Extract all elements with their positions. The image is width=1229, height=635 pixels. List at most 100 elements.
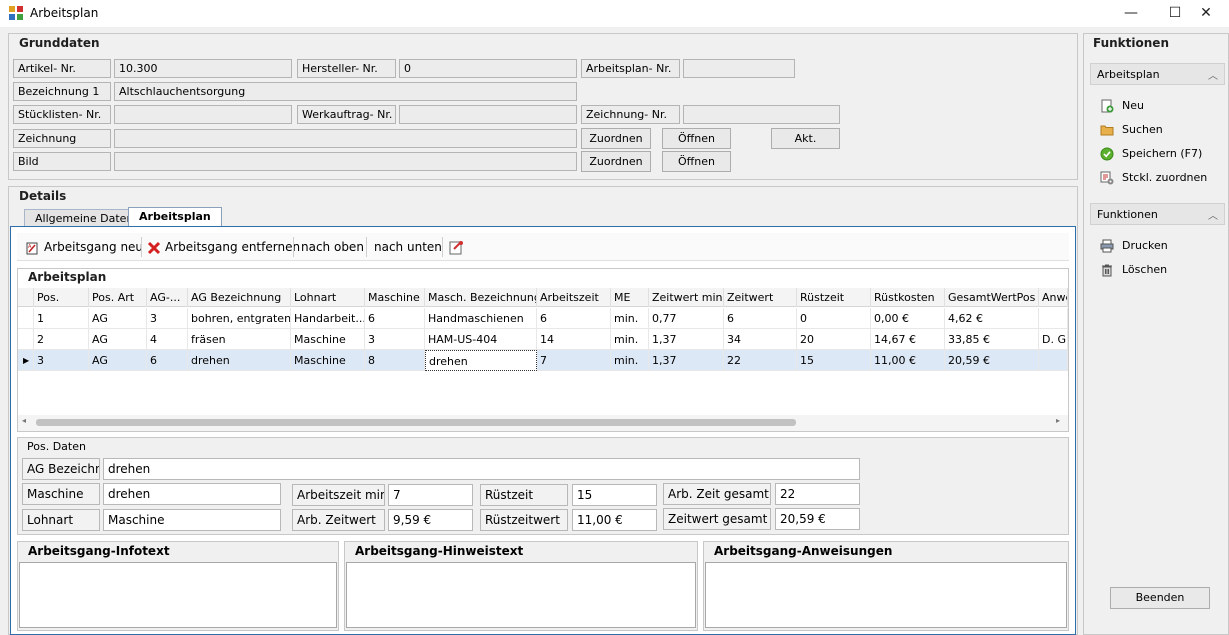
table-cell[interactable]: 22 [724, 350, 797, 371]
arbeitsplan-nr-field[interactable] [683, 59, 795, 78]
table-cell[interactable]: 8 [365, 350, 425, 371]
artikel-field[interactable]: 10.300 [114, 59, 292, 78]
table-cell[interactable]: 1 [34, 308, 89, 329]
zeichnung-oeffnen-button[interactable]: Öffnen [662, 128, 731, 149]
column-header[interactable]: Rüstkosten [871, 288, 945, 307]
arbeitsgang-entfernen-button[interactable]: Arbeitsgang entfernen [147, 238, 300, 256]
ruestzeit-field[interactable]: 15 [572, 484, 657, 506]
funktionen-section-header[interactable]: Funktionen ︿ [1090, 203, 1225, 225]
zeichnung-zuordnen-button[interactable]: Zuordnen [581, 128, 651, 149]
table-cell-focused[interactable]: drehen [425, 350, 537, 371]
table-cell[interactable]: 20,59 € [945, 350, 1039, 371]
bezeichnung-field[interactable]: Altschlauchentsorgung [114, 82, 577, 101]
beenden-button[interactable]: Beenden [1110, 587, 1210, 609]
export-icon[interactable] [449, 240, 464, 255]
column-header[interactable]: Arbeitszeit [537, 288, 611, 307]
table-cell[interactable] [1039, 350, 1068, 371]
column-header[interactable]: Rüstzeit [797, 288, 871, 307]
table-cell[interactable]: min. [611, 350, 649, 371]
table-cell[interactable]: HAM-US-404 [425, 329, 537, 350]
ruestzeitwert-field[interactable]: 11,00 € [572, 509, 657, 531]
zeitwert-gesamt-field[interactable]: 20,59 € [775, 508, 860, 530]
loeschen-menu-item[interactable]: Löschen [1100, 261, 1167, 279]
table-cell[interactable]: 0,77 [649, 308, 724, 329]
collapse-chevron-icon[interactable]: ︿ [1208, 67, 1218, 82]
anweisungen-memo[interactable] [705, 562, 1067, 628]
column-header[interactable]: Zeitwert [724, 288, 797, 307]
column-header[interactable]: Pos. [34, 288, 89, 307]
table-cell[interactable]: AG [89, 350, 147, 371]
infotext-memo[interactable] [19, 562, 337, 628]
table-cell[interactable]: 0 [797, 308, 871, 329]
nach-oben-button[interactable]: nach oben [301, 238, 364, 256]
column-header[interactable]: AG-... [147, 288, 188, 307]
arb-zeit-gesamt-field[interactable]: 22 [775, 483, 860, 505]
table-cell[interactable]: Handmaschienen [425, 308, 537, 329]
table-cell[interactable]: min. [611, 308, 649, 329]
neu-menu-item[interactable]: Neu [1100, 97, 1144, 115]
table-cell[interactable] [1039, 308, 1068, 329]
table-cell[interactable]: 6 [365, 308, 425, 329]
table-cell[interactable]: 4 [147, 329, 188, 350]
column-header[interactable]: Anwe [1039, 288, 1068, 307]
table-cell[interactable]: 1,37 [649, 350, 724, 371]
table-cell[interactable]: 6 [537, 308, 611, 329]
column-header[interactable]: GesamtWertPos [945, 288, 1039, 307]
table-cell[interactable]: Handarbeit... [291, 308, 365, 329]
column-header[interactable]: Maschine [365, 288, 425, 307]
table-cell[interactable]: bohren, entgraten [188, 308, 291, 329]
werkauftrag-field[interactable] [399, 105, 577, 124]
table-cell[interactable]: 3 [147, 308, 188, 329]
table-cell[interactable]: 34 [724, 329, 797, 350]
column-header[interactable]: ME [611, 288, 649, 307]
ag-bezeichnung-field[interactable]: drehen [103, 458, 860, 480]
table-cell[interactable]: 20 [797, 329, 871, 350]
table-cell[interactable]: AG [89, 308, 147, 329]
table-row[interactable]: 1 AG 3 bohren, entgraten Handarbeit... 6… [18, 308, 1068, 329]
table-cell[interactable]: 6 [724, 308, 797, 329]
hinweistext-memo[interactable] [346, 562, 696, 628]
scroll-right-icon[interactable]: ▸ [1056, 416, 1060, 425]
table-cell[interactable]: 1,37 [649, 329, 724, 350]
table-cell[interactable]: 11,00 € [871, 350, 945, 371]
column-header[interactable]: Pos. Art [89, 288, 147, 307]
table-cell[interactable]: 7 [537, 350, 611, 371]
table-cell[interactable]: 14 [537, 329, 611, 350]
lohnart-field[interactable]: Maschine [103, 509, 281, 531]
column-header[interactable]: Zeitwert min. [649, 288, 724, 307]
table-cell[interactable]: 3 [365, 329, 425, 350]
column-header[interactable]: Masch. Bezeichnung [425, 288, 537, 307]
table-cell[interactable]: min. [611, 329, 649, 350]
table-cell[interactable]: 2 [34, 329, 89, 350]
nach-unten-button[interactable]: nach unten [374, 238, 442, 256]
bild-field[interactable] [114, 152, 577, 171]
close-button[interactable]: ✕ [1183, 0, 1229, 27]
table-cell[interactable]: AG [89, 329, 147, 350]
column-header[interactable]: Lohnart [291, 288, 365, 307]
bild-zuordnen-button[interactable]: Zuordnen [581, 151, 651, 172]
arb-zeitwert-field[interactable]: 9,59 € [388, 509, 473, 531]
zeichnung-field[interactable] [114, 129, 577, 148]
table-row[interactable]: 2 AG 4 fräsen Maschine 3 HAM-US-404 14 m… [18, 329, 1068, 350]
table-cell[interactable]: Maschine [291, 350, 365, 371]
table-cell[interactable]: 0,00 € [871, 308, 945, 329]
hersteller-field[interactable]: 0 [399, 59, 577, 78]
stueckliste-field[interactable] [114, 105, 292, 124]
collapse-chevron-icon[interactable]: ︿ [1208, 207, 1218, 222]
table-cell[interactable]: 6 [147, 350, 188, 371]
maschine-field[interactable]: drehen [103, 483, 281, 505]
table-cell[interactable]: drehen [188, 350, 291, 371]
table-cell[interactable]: D. Gr [1039, 329, 1068, 350]
table-row-selected[interactable]: ▶ 3 AG 6 drehen Maschine 8 drehen 7 min.… [18, 350, 1068, 371]
arbeitsplan-section-header[interactable]: Arbeitsplan ︿ [1090, 63, 1225, 85]
drucken-menu-item[interactable]: Drucken [1100, 237, 1168, 255]
scroll-left-icon[interactable]: ◂ [22, 416, 26, 425]
akt-button[interactable]: Akt. [771, 128, 840, 149]
column-header[interactable]: AG Bezeichnung [188, 288, 291, 307]
bild-oeffnen-button[interactable]: Öffnen [662, 151, 731, 172]
table-cell[interactable]: 3 [34, 350, 89, 371]
table-cell[interactable]: fräsen [188, 329, 291, 350]
arbeitszeit-field[interactable]: 7 [388, 484, 473, 506]
tab-arbeitsplan[interactable]: Arbeitsplan [128, 207, 222, 227]
minimize-button[interactable]: — [1108, 0, 1154, 27]
